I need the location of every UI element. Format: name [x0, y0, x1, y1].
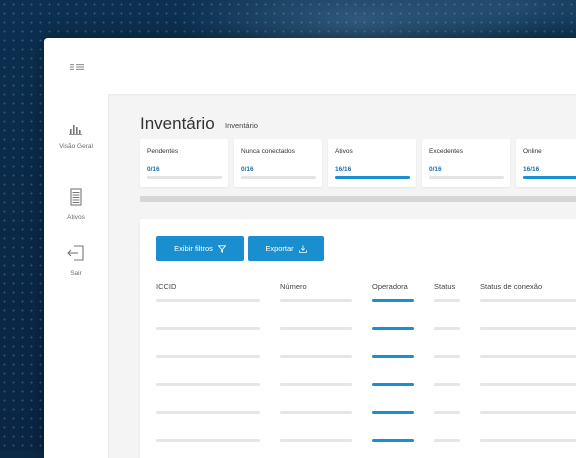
stat-progress [241, 176, 316, 179]
column-header-status-conexao[interactable]: Status de conexão [480, 282, 542, 291]
stat-label: Excedentes [429, 148, 463, 155]
export-button[interactable]: Exportar [248, 236, 324, 261]
filter-icon [217, 244, 226, 253]
stat-value: 0/16 [147, 166, 160, 173]
sidebar: Visão Geral Ativos Sair [44, 94, 109, 458]
logout-icon [67, 245, 84, 261]
main-content: Inventário Inventário Pendentes 0/16 Nun… [108, 94, 576, 458]
stat-value: 0/16 [429, 166, 442, 173]
table-cell-placeholder [434, 411, 460, 414]
table-cell-placeholder [434, 327, 460, 330]
table-cell-placeholder [372, 383, 414, 386]
table-cell-placeholder [480, 299, 576, 302]
table-cell-placeholder [434, 383, 460, 386]
table-cell-placeholder [280, 411, 352, 414]
table-cell-placeholder [372, 327, 414, 330]
bar-chart-icon [69, 125, 82, 135]
table-cell-placeholder [156, 299, 260, 302]
table-cell-placeholder [480, 355, 576, 358]
table-cell-placeholder [156, 439, 260, 442]
stat-progress [147, 176, 222, 179]
sidebar-item-label: Sair [70, 270, 82, 277]
stat-value: 16/16 [335, 166, 352, 173]
export-label: Exportar [265, 244, 294, 253]
stat-label: Nunca conectados [241, 148, 295, 155]
horizontal-scrollbar[interactable] [140, 196, 576, 202]
table-cell-placeholder [280, 439, 352, 442]
table-cell-placeholder [280, 327, 352, 330]
table-cell-placeholder [372, 355, 414, 358]
column-header-operadora[interactable]: Operadora [372, 282, 408, 291]
stat-progress [335, 176, 410, 179]
stat-progress-fill [335, 176, 410, 179]
table-cell-placeholder [280, 299, 352, 302]
stat-label: Online [523, 148, 542, 155]
table-cell-placeholder [434, 299, 460, 302]
sidebar-item-ativos[interactable]: Ativos [44, 188, 108, 221]
column-header-numero[interactable]: Número [280, 282, 307, 291]
download-icon [298, 245, 307, 253]
stat-card-ativos[interactable]: Ativos 16/16 [328, 139, 416, 187]
sidebar-item-visao-geral[interactable]: Visão Geral [44, 122, 108, 150]
table-cell-placeholder [156, 383, 260, 386]
sidebar-item-label: Ativos [67, 214, 85, 221]
stat-card-pendentes[interactable]: Pendentes 0/16 [140, 139, 228, 187]
table-cell-placeholder [480, 383, 576, 386]
table-cell-placeholder [156, 327, 260, 330]
sidebar-item-sair[interactable]: Sair [44, 244, 108, 277]
table-cell-placeholder [372, 411, 414, 414]
column-header-iccid[interactable]: ICCID [156, 282, 176, 291]
table-cell-placeholder [156, 355, 260, 358]
table-cell-placeholder [280, 383, 352, 386]
stat-value: 0/16 [241, 166, 254, 173]
column-header-status[interactable]: Status [434, 282, 455, 291]
stat-card-online[interactable]: Online 16/16 [516, 139, 576, 187]
app-window: Visão Geral Ativos Sair Inventário Inven… [44, 38, 576, 458]
table-cell-placeholder [156, 411, 260, 414]
table-cell-placeholder [480, 439, 576, 442]
stat-label: Pendentes [147, 148, 179, 155]
table-cell-placeholder [372, 439, 414, 442]
menu-icon[interactable] [70, 64, 84, 70]
table-cell-placeholder [480, 411, 576, 414]
table-cell-placeholder [280, 355, 352, 358]
table-cell-placeholder [434, 355, 460, 358]
page-title: Inventário [140, 114, 215, 133]
stat-value: 16/16 [523, 166, 540, 173]
show-filters-label: Exibir filtros [174, 244, 213, 253]
table-panel: Exibir filtros Exportar ICCID Número Ope… [140, 219, 576, 458]
breadcrumb: Inventário [225, 121, 258, 130]
stat-label: Ativos [335, 148, 353, 155]
top-bar [44, 38, 576, 94]
table-cell-placeholder [434, 439, 460, 442]
table-cell-placeholder [372, 299, 414, 302]
show-filters-button[interactable]: Exibir filtros [156, 236, 244, 261]
stat-progress [523, 176, 576, 179]
stat-card-excedentes[interactable]: Excedentes 0/16 [422, 139, 510, 187]
sim-stack-icon [70, 188, 82, 206]
table-cell-placeholder [480, 327, 576, 330]
stat-progress-fill [523, 176, 576, 179]
sidebar-item-label: Visão Geral [59, 143, 93, 150]
stat-card-nunca-conectados[interactable]: Nunca conectados 0/16 [234, 139, 322, 187]
stat-progress [429, 176, 504, 179]
